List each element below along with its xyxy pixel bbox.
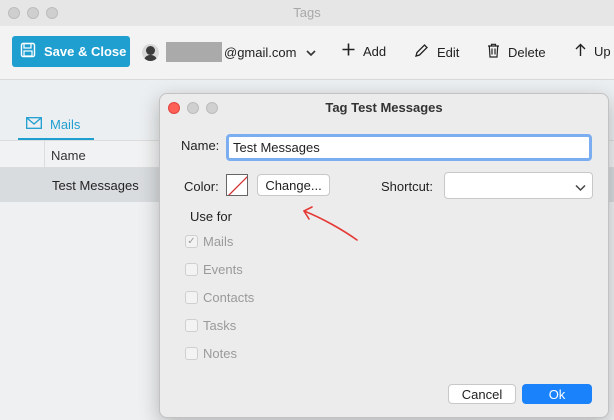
use-for-option-label: Notes — [203, 346, 237, 361]
name-field[interactable] — [226, 134, 592, 161]
use-for-option-label: Events — [203, 262, 243, 277]
delete-button[interactable]: Delete — [487, 43, 546, 61]
window-title: Tags — [293, 5, 321, 20]
use-for-tasks-checkbox[interactable]: Tasks — [185, 318, 236, 333]
shortcut-label: Shortcut: — [381, 179, 434, 194]
use-for-option-label: Contacts — [203, 290, 255, 305]
account-selector[interactable]: @gmail.com — [142, 40, 317, 64]
chevron-down-icon — [575, 180, 586, 195]
account-email: @gmail.com — [224, 44, 297, 60]
ok-button[interactable]: Ok — [522, 384, 592, 404]
use-for-notes-checkbox[interactable]: Notes — [185, 346, 237, 361]
toolbar: Save & Close @gmail.com Add Edit Delete … — [0, 26, 614, 80]
chevron-down-icon — [306, 45, 317, 60]
pencil-icon — [414, 43, 429, 61]
up-arrow-icon — [575, 43, 586, 60]
checkbox-checked: ✓ — [185, 235, 198, 248]
plus-icon — [342, 43, 355, 59]
save-icon — [20, 42, 36, 61]
shortcut-select[interactable] — [444, 172, 593, 199]
window-titlebar: Tags — [0, 0, 614, 26]
edit-label: Edit — [437, 44, 460, 60]
tag-name-cell: Test Messages — [52, 178, 139, 193]
tag-dialog: Tag Test Messages Name: Color: Change...… — [159, 93, 609, 418]
name-label: Name: — [181, 138, 220, 153]
edit-button[interactable]: Edit — [414, 43, 459, 61]
save-close-label: Save & Close — [44, 44, 127, 59]
avatar-icon — [142, 43, 159, 61]
use-for-mails-checkbox[interactable]: ✓ Mails — [185, 234, 233, 249]
delete-label: Delete — [508, 44, 546, 60]
up-label: Up — [594, 44, 611, 59]
color-swatch[interactable] — [226, 174, 248, 196]
use-for-option-label: Tasks — [203, 318, 237, 333]
column-header-name[interactable]: Name — [51, 148, 86, 163]
use-for-events-checkbox[interactable]: Events — [185, 262, 243, 277]
redacted-email-block — [166, 42, 222, 62]
trash-icon — [487, 43, 500, 61]
add-button[interactable]: Add — [342, 43, 386, 59]
envelope-icon — [26, 116, 42, 132]
dialog-title: Tag Test Messages — [325, 100, 443, 115]
up-button[interactable]: Up — [575, 43, 611, 60]
ok-label: Ok — [548, 386, 566, 402]
checkbox — [185, 263, 198, 276]
column-divider — [44, 141, 45, 167]
save-close-button[interactable]: Save & Close — [12, 36, 130, 67]
checkbox — [185, 291, 198, 304]
use-for-option-label: Mails — [203, 234, 234, 249]
use-for-label: Use for — [190, 209, 232, 224]
cancel-label: Cancel — [461, 386, 503, 402]
color-label: Color: — [184, 179, 219, 194]
checkbox — [185, 347, 198, 360]
tab-mails[interactable]: Mails — [18, 110, 94, 140]
change-color-button[interactable]: Change... — [257, 174, 330, 196]
cancel-button[interactable]: Cancel — [448, 384, 516, 404]
use-for-contacts-checkbox[interactable]: Contacts — [185, 290, 254, 305]
checkbox — [185, 319, 198, 332]
change-color-label: Change... — [265, 177, 322, 193]
add-label: Add — [363, 43, 387, 59]
tab-mails-label: Mails — [50, 116, 81, 132]
